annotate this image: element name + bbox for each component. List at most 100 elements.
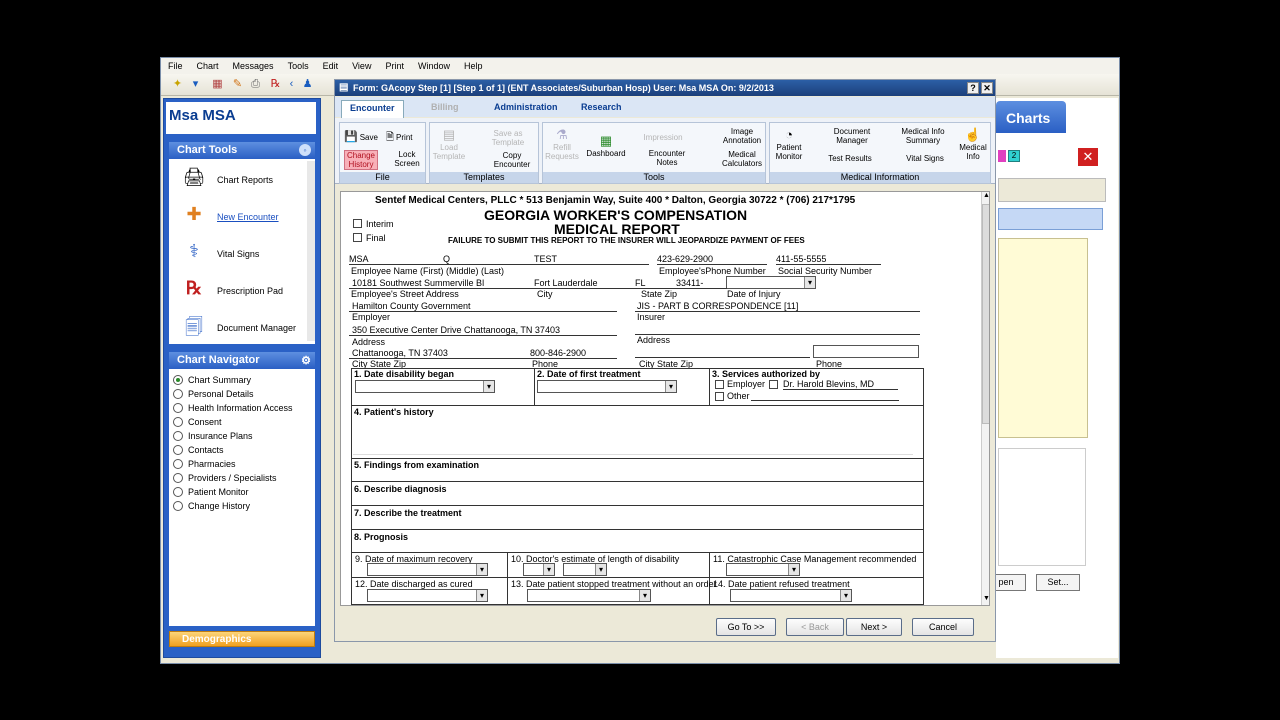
employer-phone[interactable]: 800-846-2900 — [530, 348, 586, 358]
nav-providers[interactable]: Providers / Specialists — [173, 471, 277, 484]
emp-last[interactable]: TEST — [534, 254, 557, 264]
nav-health-info-access[interactable]: Health Information Access — [173, 401, 293, 414]
back-arrow-icon[interactable]: ‹ — [285, 78, 298, 91]
test-results-button[interactable]: Test Results — [820, 154, 880, 163]
gear-icon[interactable]: ⚙ — [301, 354, 311, 367]
menu-help[interactable]: Help — [457, 61, 490, 71]
radio[interactable] — [173, 472, 183, 483]
emp-first[interactable]: MSA — [349, 254, 369, 264]
radio[interactable] — [173, 444, 183, 455]
nav-chart-summary[interactable]: Chart Summary — [173, 373, 251, 386]
tab-administration[interactable]: Administration — [486, 100, 566, 114]
set-button[interactable]: Set... — [1036, 574, 1080, 591]
radio-selected[interactable] — [173, 374, 183, 385]
stopped-treatment-dropdown[interactable] — [527, 589, 651, 602]
rx-icon[interactable]: ℞ — [269, 78, 282, 91]
document-manager-button[interactable]: Document Manager — [828, 127, 876, 145]
menu-tools[interactable]: Tools — [281, 61, 316, 71]
menu-print[interactable]: Print — [378, 61, 411, 71]
new-icon[interactable]: ✦ — [171, 78, 184, 91]
emp-ssn[interactable]: 411-55-5555 — [776, 254, 826, 264]
nav-consent[interactable]: Consent — [173, 415, 222, 428]
doctor-checkbox[interactable] — [769, 380, 778, 389]
chart-navigator-header[interactable]: Chart Navigator ⚙ — [169, 352, 315, 369]
employer-value[interactable]: Hamilton County Government — [352, 301, 471, 311]
nav-contacts[interactable]: Contacts — [173, 443, 224, 456]
nav-personal-details[interactable]: Personal Details — [173, 387, 254, 400]
refill-requests-button[interactable]: ⚗ Refill Requests — [545, 127, 579, 161]
scroll-up-icon[interactable]: ▲ — [982, 192, 989, 202]
goto-button[interactable]: Go To >> — [716, 618, 776, 636]
form-scrollbar[interactable]: ▲ ▼ — [981, 192, 989, 605]
help-button[interactable]: ? — [967, 82, 979, 94]
encounter-notes-button[interactable]: Encounter Notes — [647, 149, 687, 167]
close-button[interactable]: ✕ — [981, 82, 993, 94]
dropdown-arrow-icon[interactable]: ▾ — [189, 78, 202, 91]
tab-research[interactable]: Research — [573, 100, 630, 114]
disability-unit-dropdown[interactable] — [563, 563, 607, 576]
charts-tab[interactable]: Charts — [996, 101, 1066, 133]
scroll-thumb[interactable] — [982, 204, 989, 424]
max-recovery-dropdown[interactable] — [367, 563, 488, 576]
emp-city[interactable]: Fort Lauderdale — [534, 278, 598, 288]
document-manager-item[interactable]: 🗐 Document Manager — [179, 313, 309, 343]
radio[interactable] — [173, 430, 183, 441]
doctor-name[interactable]: Dr. Harold Blevins, MD — [783, 379, 874, 389]
printer-icon[interactable]: ⎙ — [249, 78, 262, 91]
date-first-treatment-dropdown[interactable] — [537, 380, 677, 393]
dashboard-button[interactable]: ▦ Dashboard — [583, 133, 629, 158]
employer-address[interactable]: 350 Executive Center Drive Chattanooga, … — [352, 325, 560, 335]
cancel-button[interactable]: Cancel — [912, 618, 974, 636]
lock-screen-button[interactable]: Lock Screen — [390, 150, 424, 168]
employer-city[interactable]: Chattanooga, TN 37403 — [352, 348, 448, 358]
catastrophic-dropdown[interactable] — [726, 563, 800, 576]
emp-middle[interactable]: Q — [443, 254, 450, 264]
scroll-down-icon[interactable]: ▼ — [982, 595, 989, 605]
emp-street[interactable]: 10181 Southwest Summerville Bl — [352, 278, 484, 288]
impression-button[interactable]: Impression — [633, 133, 693, 142]
refused-treatment-dropdown[interactable] — [730, 589, 852, 602]
other-checkbox[interactable] — [715, 392, 724, 401]
menu-window[interactable]: Window — [411, 61, 457, 71]
radio[interactable] — [173, 402, 183, 413]
chart-tools-header[interactable]: Chart Tools ◦ — [169, 142, 315, 159]
chart-reports-item[interactable]: 🖨 Chart Reports — [179, 165, 309, 195]
save-button[interactable]: 💾 Save — [344, 132, 378, 143]
nav-insurance-plans[interactable]: Insurance Plans — [173, 429, 253, 442]
emp-phone[interactable]: 423-629-2900 — [657, 254, 713, 264]
badge-2-icon[interactable]: 2 — [1008, 150, 1020, 162]
new-encounter-item[interactable]: ✚ New Encounter — [179, 202, 309, 232]
insurer-value[interactable]: JIS - PART B CORRESPONDENCE [11] — [637, 301, 798, 311]
load-template-button[interactable]: ▤ Load Template — [432, 127, 466, 161]
radio[interactable] — [173, 500, 183, 511]
insurer-phone-field[interactable] — [813, 345, 919, 358]
print-button[interactable]: 🗎 Print — [386, 133, 413, 143]
date-disability-dropdown[interactable] — [355, 380, 495, 393]
menu-file[interactable]: File — [161, 61, 190, 71]
pen-icon[interactable]: ✎ — [231, 78, 244, 91]
menu-chart[interactable]: Chart — [190, 61, 226, 71]
emp-state[interactable]: FL — [635, 278, 646, 288]
medical-calculators-button[interactable]: Medical Calculators — [719, 150, 765, 168]
tab-billing[interactable]: Billing — [423, 100, 467, 114]
image-annotation-button[interactable]: Image Annotation — [719, 127, 765, 145]
emp-zip[interactable]: 33411- — [676, 278, 703, 288]
nav-patient-monitor[interactable]: Patient Monitor — [173, 485, 249, 498]
collapse-icon[interactable]: ◦ — [299, 144, 311, 156]
user-icon[interactable]: ♟ — [301, 78, 314, 91]
nav-change-history[interactable]: Change History — [173, 499, 250, 512]
radio[interactable] — [173, 458, 183, 469]
close-red-icon[interactable]: ✕ — [1078, 148, 1098, 166]
menu-edit[interactable]: Edit — [316, 61, 346, 71]
interim-checkbox[interactable] — [353, 219, 362, 228]
medical-info-summary-button[interactable]: Medical Info Summary — [898, 127, 948, 145]
next-button[interactable]: Next > — [846, 618, 902, 636]
final-checkbox[interactable] — [353, 233, 362, 242]
nav-pharmacies[interactable]: Pharmacies — [173, 457, 236, 470]
tab-encounter[interactable]: Encounter — [341, 100, 404, 118]
menu-messages[interactable]: Messages — [226, 61, 281, 71]
patient-monitor-button[interactable]: ◔ Patient Monitor — [772, 127, 806, 161]
patient-history-field[interactable] — [353, 417, 913, 455]
menu-view[interactable]: View — [345, 61, 378, 71]
calendar-icon[interactable]: ▦ — [211, 78, 224, 91]
